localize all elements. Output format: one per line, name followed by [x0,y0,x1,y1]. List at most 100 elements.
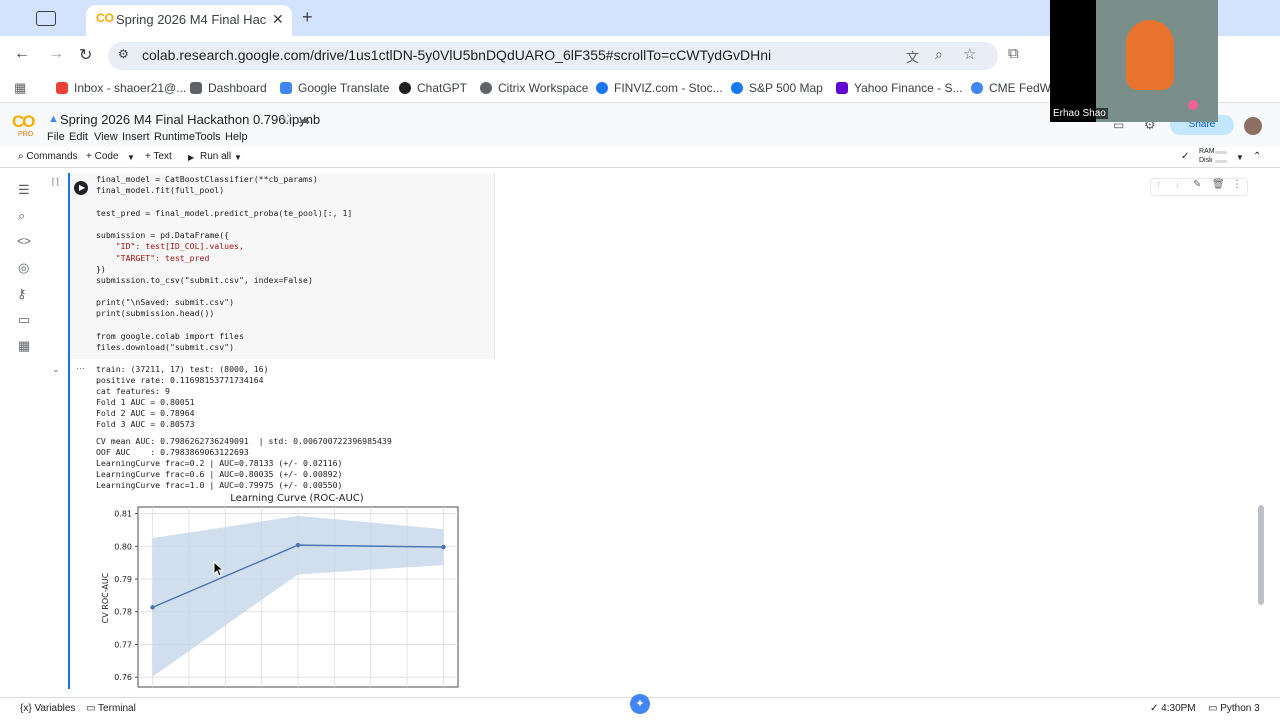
bookmark-citrix[interactable]: Citrix Workspace [480,81,588,95]
menu-help[interactable]: Help [225,131,248,143]
output-line: Fold 2 AUC = 0.78964 [96,408,195,418]
tab-close-icon[interactable]: ✕ [272,11,284,28]
forward-icon[interactable]: → [48,45,64,63]
apps-grid-icon[interactable]: ▦ [14,80,26,96]
cloud-icon[interactable]: ☁ [298,112,310,126]
output-line: OOF AUC : 0.7983869063122693 [96,447,249,457]
bookmark-google-translate[interactable]: Google Translate [280,81,389,95]
star-icon[interactable]: ☆ [282,111,294,127]
back-icon[interactable]: ← [14,45,30,63]
url-text[interactable]: colab.research.google.com/drive/1us1ctlD… [142,47,771,63]
webcam-ball [1188,100,1198,110]
code-snippets-icon[interactable]: <> [17,234,31,248]
reload-icon[interactable]: ↻ [79,45,92,65]
output-line: train: (37211, 17) test: (8000, 16) [96,364,269,374]
delete-icon[interactable]: 🗑 [1212,179,1225,190]
translate-icon[interactable]: 文 [906,47,919,66]
code-line[interactable]: print("\nSaved: submit.csv") [96,297,234,308]
bookmark-yahoo-finance[interactable]: Yahoo Finance - S... [836,81,963,95]
move-down-icon[interactable]: ↓ [1175,179,1180,190]
output-line: CV mean AUC: 0.7986262736249091 | std: 0… [96,436,392,446]
runtime-type[interactable]: ▭ Python 3 [1208,703,1260,714]
code-line[interactable]: submission = pd.DataFrame({ [96,230,229,241]
commands-button[interactable]: ⌕ Commands [18,151,78,162]
code-line[interactable]: files.download("submit.csv") [96,342,234,353]
secrets-key-icon[interactable]: ⚷ [17,286,27,302]
code-line[interactable]: from google.colab import files [96,331,244,342]
add-code-button[interactable]: + Code [86,151,119,162]
variables-button[interactable]: {x} Variables [20,703,75,714]
code-line[interactable]: submission.to_csv("submit.csv", index=Fa… [96,275,313,286]
code-line[interactable]: test_pred = final_model.predict_proba(te… [96,208,352,219]
bookmark-chatgpt[interactable]: ChatGPT [399,81,467,95]
terminal-button[interactable]: ▭ Terminal [86,703,136,714]
tab-search-icon[interactable] [36,11,56,26]
menu-runtime[interactable]: Runtime [154,131,195,143]
run-cell-button[interactable]: ▶ [74,181,88,195]
bookmark-dashboard[interactable]: Dashboard [190,81,267,95]
output-menu-icon[interactable]: ··· [76,363,85,373]
colab-favicon-icon: CO [96,11,114,25]
ram-label[interactable]: RAM [1199,148,1215,155]
edit-pencil-icon[interactable]: ✎ [1193,179,1201,190]
zoom-icon[interactable]: ⌕ [935,46,943,63]
terminal-table-icon[interactable]: ▦ [18,338,30,354]
code-line[interactable]: "ID": test[ID_COL].values, [96,241,244,252]
y-tick-label: 0.77 [114,640,132,649]
code-line[interactable]: final_model = CatBoostClassifier(**cb_pa… [96,174,318,185]
colab-logo[interactable]: CO [12,112,35,132]
side-rail [0,170,48,696]
y-tick-label: 0.76 [114,673,132,682]
menu-file[interactable]: File [47,131,65,143]
vertical-scrollbar[interactable] [1258,505,1264,605]
menu-edit[interactable]: Edit [69,131,88,143]
output-line: LearningCurve frac=0.6 | AUC=0.80035 (+/… [96,469,343,479]
bookmark-inbox[interactable]: Inbox - shaoer21@... [56,81,186,95]
output-line: Fold 1 AUC = 0.80051 [96,397,195,407]
code-line[interactable]: print(submission.head()) [96,308,214,319]
extensions-icon[interactable]: ⧉ [1008,45,1019,62]
mouse-cursor-icon [213,561,225,577]
output-line: LearningCurve frac=0.2 | AUC=0.78133 (+/… [96,458,343,468]
y-tick-label: 0.79 [114,575,132,584]
run-all-icon[interactable]: ▶ [188,153,194,162]
run-all-dropdown-icon[interactable]: ▼ [234,153,242,162]
data-point [441,544,446,550]
find-icon[interactable]: ⌕ [18,208,25,224]
code-line[interactable]: "TARGET": test_pred [96,253,210,264]
output-collapse-icon[interactable]: ⌄ [52,364,60,375]
run-all-button[interactable]: Run all [200,151,231,162]
files-folder-icon[interactable]: ▭ [18,312,30,328]
gemini-button[interactable]: ✦ [630,694,650,714]
variables-icon[interactable]: ◎ [18,260,29,276]
y-axis-label: CV ROC-AUC [101,572,110,623]
bookmark-cme-fedwatch[interactable]: CME FedWa [971,81,1057,95]
bookmark-finviz[interactable]: FINVIZ.com - Stoc... [596,81,723,95]
avatar[interactable] [1244,117,1262,135]
menu-insert[interactable]: Insert [122,131,150,143]
site-info-icon[interactable]: ⚙ [118,47,129,61]
chart-title: Learning Curve (ROC-AUC) [230,493,364,504]
more-options-icon[interactable]: ⋮ [1232,179,1242,190]
add-text-button[interactable]: + Text [145,151,172,162]
bookmark-sp500-map[interactable]: S&P 500 Map [731,81,823,95]
play-icon: ▶ [79,183,86,192]
code-dropdown-icon[interactable]: ▼ [127,153,135,162]
table-of-contents-icon[interactable]: ☰ [18,182,30,198]
browser-tab-active[interactable]: CO Spring 2026 M4 Final Hackathon ✕ [86,5,292,36]
code-line[interactable]: }) [96,264,106,275]
execution-time: ✓ 4:30PM [1150,703,1196,714]
resources-dropdown-icon[interactable]: ▼ [1236,153,1244,162]
drive-file-icon: ▲ [48,113,59,125]
collapse-header-icon[interactable]: ⌃ [1253,151,1261,162]
menu-view[interactable]: View [94,131,118,143]
disk-label[interactable]: Disk [1199,157,1213,164]
move-up-icon[interactable]: ↑ [1156,179,1161,190]
code-line[interactable]: final_model.fit(full_pool) [96,185,224,196]
menu-tools[interactable]: Tools [195,131,221,143]
disk-bar [1215,160,1227,163]
output-line: cat features: 9 [96,386,170,396]
new-tab-icon[interactable]: + [302,7,313,28]
bookmark-star-icon[interactable]: ☆ [963,45,976,63]
ram-bar [1215,151,1227,154]
